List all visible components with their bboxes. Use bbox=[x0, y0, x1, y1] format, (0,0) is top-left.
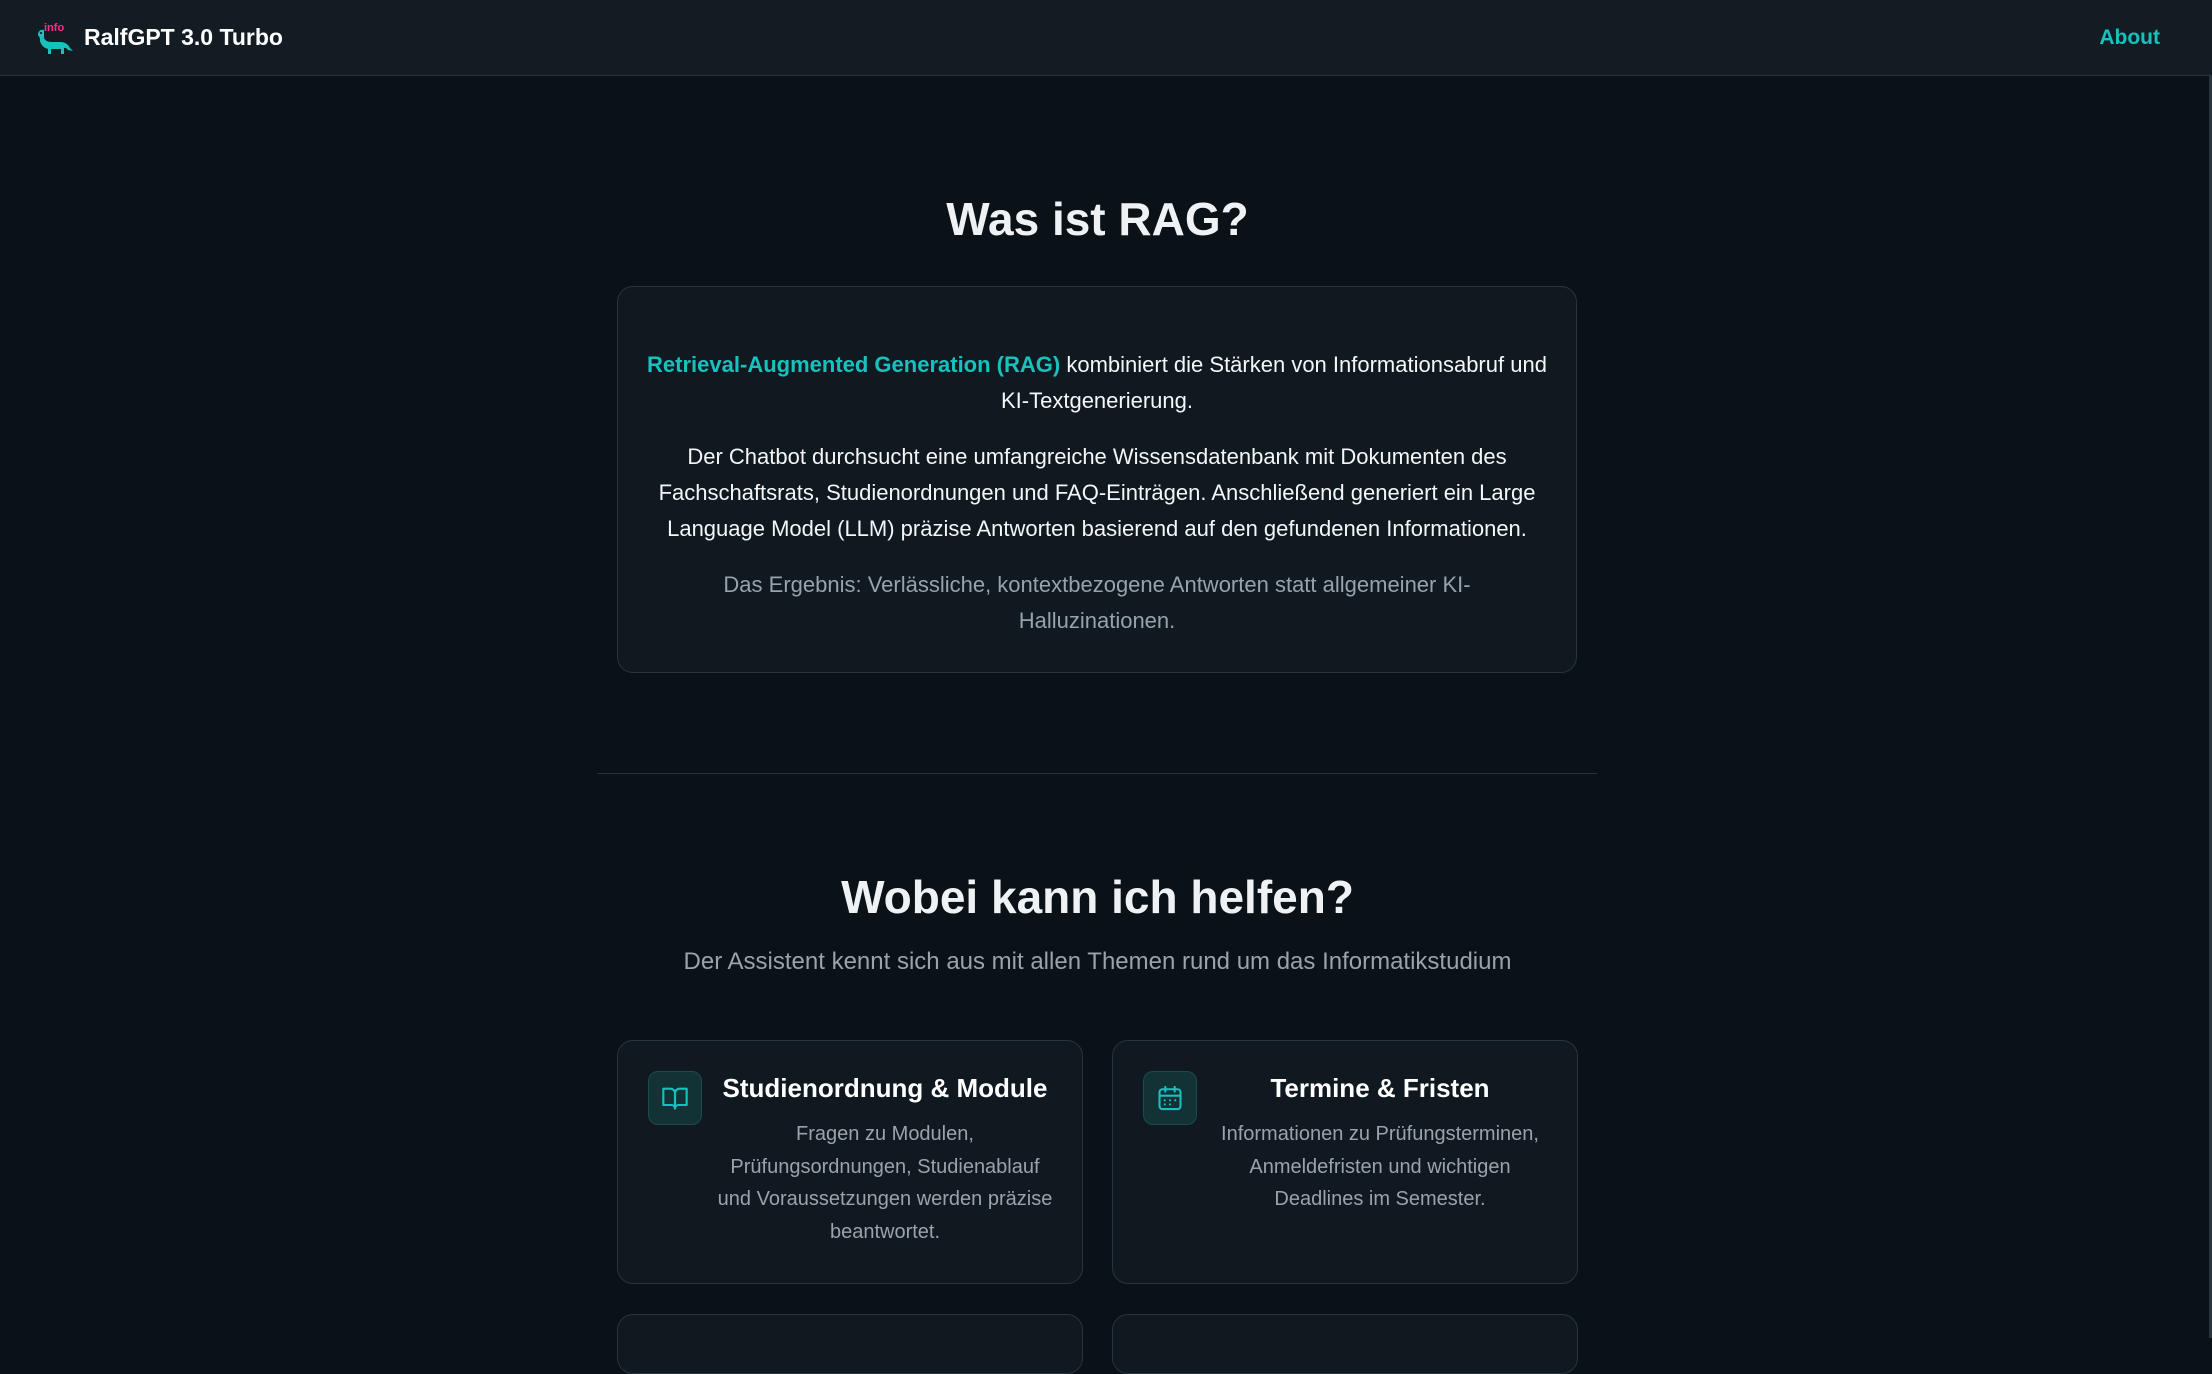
logo-text: info bbox=[44, 22, 64, 34]
feature-card-title: Studienordnung & Module bbox=[722, 1073, 1048, 1103]
rag-intro-text: kombiniert die Stärken von Informationsa… bbox=[1001, 352, 1547, 413]
rag-intro-paragraph: Retrieval-Augmented Generation (RAG) kom… bbox=[646, 347, 1548, 419]
help-section-subtitle: Der Assistent kennt sich aus mit allen T… bbox=[683, 948, 1512, 975]
feature-card-body: Studienordnung & Module Fragen zu Module… bbox=[714, 1073, 1056, 1248]
rag-explanation-card: Retrieval-Augmented Generation (RAG) kom… bbox=[617, 286, 1577, 673]
book-open-icon bbox=[648, 1071, 702, 1125]
rag-result-paragraph: Das Ergebnis: Verlässliche, kontextbezog… bbox=[723, 572, 1471, 633]
feature-card-description: Informationen zu Prüfungsterminen, Anmel… bbox=[1221, 1123, 1539, 1210]
feature-card-partial bbox=[1112, 1314, 1578, 1374]
rag-detail-paragraph: Der Chatbot durchsucht eine umfangreiche… bbox=[658, 444, 1536, 541]
dinosaur-logo-icon: info bbox=[38, 22, 73, 54]
calendar-icon bbox=[1143, 1071, 1197, 1125]
feature-card-partial bbox=[617, 1314, 1083, 1374]
brand[interactable]: info RalfGPT 3.0 Turbo bbox=[34, 21, 283, 55]
feature-card-termine: Termine & Fristen Informationen zu Prüfu… bbox=[1112, 1040, 1578, 1284]
feature-card-studienordnung: Studienordnung & Module Fragen zu Module… bbox=[617, 1040, 1083, 1284]
section-divider bbox=[597, 773, 1597, 774]
feature-card-description: Fragen zu Modulen, Prüfungsordnungen, St… bbox=[717, 1123, 1053, 1243]
brand-name[interactable]: RalfGPT 3.0 Turbo bbox=[84, 24, 283, 51]
about-link[interactable]: About bbox=[2099, 26, 2160, 50]
feature-card-title: Termine & Fristen bbox=[1270, 1073, 1490, 1103]
feature-card-body: Termine & Fristen Informationen zu Prüfu… bbox=[1209, 1073, 1551, 1216]
rag-highlight-term: Retrieval-Augmented Generation (RAG) bbox=[647, 352, 1061, 377]
top-navbar: info RalfGPT 3.0 Turbo About bbox=[0, 0, 2212, 76]
rag-section-title: Was ist RAG? bbox=[946, 193, 1249, 245]
help-section-title: Wobei kann ich helfen? bbox=[841, 871, 1354, 923]
